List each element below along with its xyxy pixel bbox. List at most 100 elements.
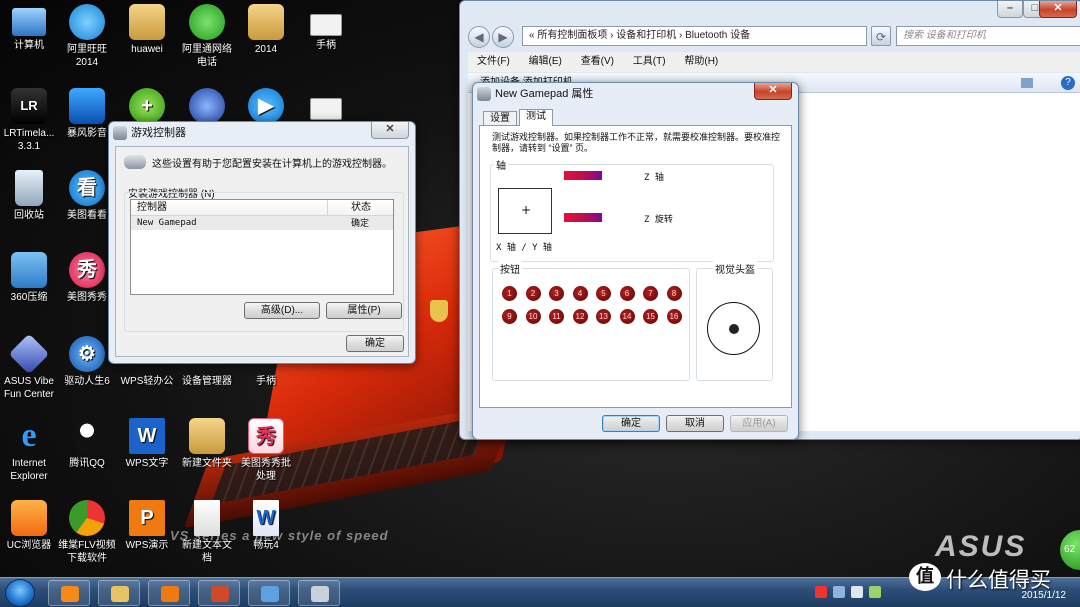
- tray-network-icon[interactable]: [833, 586, 845, 598]
- desktop-icon-new-text-file[interactable]: 新建文本文 档: [178, 500, 236, 565]
- joystick-icon: [124, 155, 146, 169]
- desktop-icon-qq[interactable]: 腾讯QQ: [58, 418, 116, 470]
- word-document-icon: W: [253, 500, 279, 536]
- desktop-icon-wps-writer[interactable]: W WPS文字: [118, 418, 176, 470]
- tray-sogou-icon[interactable]: [815, 586, 827, 598]
- desktop-icon-label: UC浏览器: [6, 540, 52, 551]
- desktop-icon-label: 阿里通网络 电话: [182, 44, 232, 68]
- uc-browser-icon: [11, 500, 47, 536]
- minimize-button[interactable]: –: [997, 1, 1023, 18]
- taskbar-game-controllers[interactable]: [298, 580, 340, 606]
- search-input[interactable]: 搜索 设备和打印机: [896, 26, 1080, 46]
- column-status[interactable]: 状态: [351, 200, 371, 216]
- desktop-icon-lrtimelapse[interactable]: LR LRTimela... 3.3.1: [0, 88, 58, 153]
- tray-volume-icon[interactable]: [851, 586, 863, 598]
- desktop-icon-label: 维棠FLV视频 下载软件: [58, 540, 116, 564]
- desktop-icon-flv-downloader[interactable]: 维棠FLV视频 下载软件: [58, 500, 116, 565]
- close-button[interactable]: ✕: [1039, 1, 1077, 18]
- crosshair: +: [521, 203, 532, 217]
- desktop-icon-asus-vibe[interactable]: ASUS Vibe Fun Center: [0, 333, 58, 401]
- menu-file[interactable]: 文件(F): [468, 52, 517, 72]
- folder-icon: [189, 418, 225, 454]
- play-icon: ▶: [248, 88, 284, 124]
- desktop-icon-label: 手柄: [256, 376, 276, 387]
- wps-presentation-icon: P: [129, 500, 165, 536]
- taskbar-control-panel[interactable]: [248, 580, 290, 606]
- column-controller[interactable]: 控制器: [137, 200, 167, 216]
- desktop-icon-huawei[interactable]: huawei: [118, 4, 176, 56]
- cancel-button[interactable]: 取消: [666, 415, 724, 432]
- desktop-icon-recycle-bin[interactable]: 回收站: [0, 170, 58, 222]
- ok-button[interactable]: 确定: [602, 415, 660, 432]
- desktop-icon-label: WPS文字: [125, 458, 169, 469]
- address-bar[interactable]: « 所有控制面板项 › 设备和打印机 › Bluetooth 设备: [522, 26, 867, 46]
- gamepad-button-indicator: 4: [572, 286, 588, 301]
- gamepad-button-indicator: 1: [502, 286, 517, 301]
- tray-battery-icon[interactable]: [869, 586, 881, 598]
- menu-edit[interactable]: 编辑(E): [520, 52, 569, 72]
- view-options-icon[interactable]: [1021, 78, 1033, 88]
- taskbar-media-player[interactable]: [148, 580, 190, 606]
- folder-icon: [111, 586, 129, 602]
- controller-list[interactable]: 控制器 状态 New Gamepad 确定: [130, 199, 394, 295]
- flv-downloader-icon: [69, 500, 105, 536]
- tab-test[interactable]: 测试: [519, 109, 553, 126]
- menu-help[interactable]: 帮助(H): [675, 52, 725, 72]
- aliwangwang-icon: [69, 4, 105, 40]
- menu-view[interactable]: 查看(V): [572, 52, 621, 72]
- tab-panel: 测试游戏控制器。如果控制器工作不正常，就需要校准控制器。要校准控制器，请转到 “…: [479, 125, 792, 408]
- desktop-icon-label: 暴风影音: [67, 128, 107, 139]
- pov-hat-circle: [707, 302, 760, 355]
- controller-status: 确定: [351, 218, 370, 228]
- desktop-icon-internet-explorer[interactable]: e Internet Explorer: [0, 418, 58, 483]
- tab-settings[interactable]: 设置: [483, 111, 517, 126]
- asus-logo: ASUS: [935, 530, 1027, 563]
- forward-arrow-icon[interactable]: ▶: [492, 26, 514, 48]
- desktop-icon-wps-presentation[interactable]: P WPS演示: [118, 500, 176, 552]
- close-button[interactable]: ✕: [754, 83, 792, 100]
- refresh-icon[interactable]: ⟳: [871, 26, 891, 46]
- desktop-icon-window-shortcut[interactable]: [297, 88, 355, 123]
- taskbar-uc-browser[interactable]: [48, 580, 90, 606]
- help-icon[interactable]: ?: [1061, 76, 1075, 90]
- computer-icon: [12, 8, 46, 36]
- desktop-icon-gamepad-shortcut[interactable]: 手柄: [297, 4, 355, 52]
- desktop-icon-changwan4[interactable]: W 畅玩4: [237, 500, 295, 552]
- z-axis-bar: [564, 171, 602, 180]
- desktop-icon-uc-browser[interactable]: UC浏览器: [0, 500, 58, 552]
- desktop-icon-aliwangwang[interactable]: 阿里旺旺 2014: [58, 4, 116, 69]
- watermark-text: 什么值得买: [946, 569, 1051, 592]
- desktop-icon-new-folder[interactable]: 新建文件夹: [178, 418, 236, 470]
- desktop-icon-label: ASUS Vibe Fun Center: [3, 376, 55, 400]
- gamepad-button-indicator: 15: [643, 309, 658, 324]
- gamepad-button-indicator: 8: [666, 286, 682, 301]
- desktop-icon-360zip[interactable]: 360压缩: [0, 252, 58, 304]
- qq-penguin-icon: [73, 418, 101, 454]
- window-title: 游戏控制器: [131, 127, 186, 139]
- z-rotation-bar: [564, 213, 602, 222]
- gamepad-button-indicator: 9: [502, 309, 517, 324]
- start-button[interactable]: [5, 579, 35, 607]
- ok-button[interactable]: 确定: [346, 335, 404, 352]
- desktop-icon-label: 畅玩4: [253, 540, 279, 551]
- apply-button[interactable]: 应用(A): [730, 415, 788, 432]
- desktop-icon-2014[interactable]: 2014: [237, 4, 295, 56]
- advanced-button[interactable]: 高级(D)...: [244, 302, 320, 319]
- list-item[interactable]: New Gamepad 确定: [131, 216, 393, 230]
- desktop-icon-label: 新建文件夹: [182, 458, 232, 469]
- back-arrow-icon[interactable]: ◀: [468, 26, 490, 48]
- desktop-icon-meitu-batch[interactable]: 秀 美图秀秀批 处理: [237, 418, 295, 483]
- list-header: 控制器 状态: [131, 200, 393, 216]
- taskbar-installer[interactable]: [198, 580, 240, 606]
- menu-tools[interactable]: 工具(T): [624, 52, 673, 72]
- desktop-icon-computer[interactable]: 计算机: [0, 4, 58, 52]
- window-title: New Gamepad 属性: [495, 88, 594, 100]
- taskbar-explorer[interactable]: [98, 580, 140, 606]
- alitong-phone-icon: [189, 4, 225, 40]
- gamepad-icon: [113, 126, 127, 140]
- controller-name: New Gamepad: [137, 218, 197, 228]
- properties-button[interactable]: 属性(P): [326, 302, 402, 319]
- close-button[interactable]: ✕: [371, 122, 409, 139]
- desktop-icon-alitong[interactable]: 阿里通网络 电话: [178, 4, 236, 69]
- lrtimelapse-icon: LR: [11, 88, 47, 124]
